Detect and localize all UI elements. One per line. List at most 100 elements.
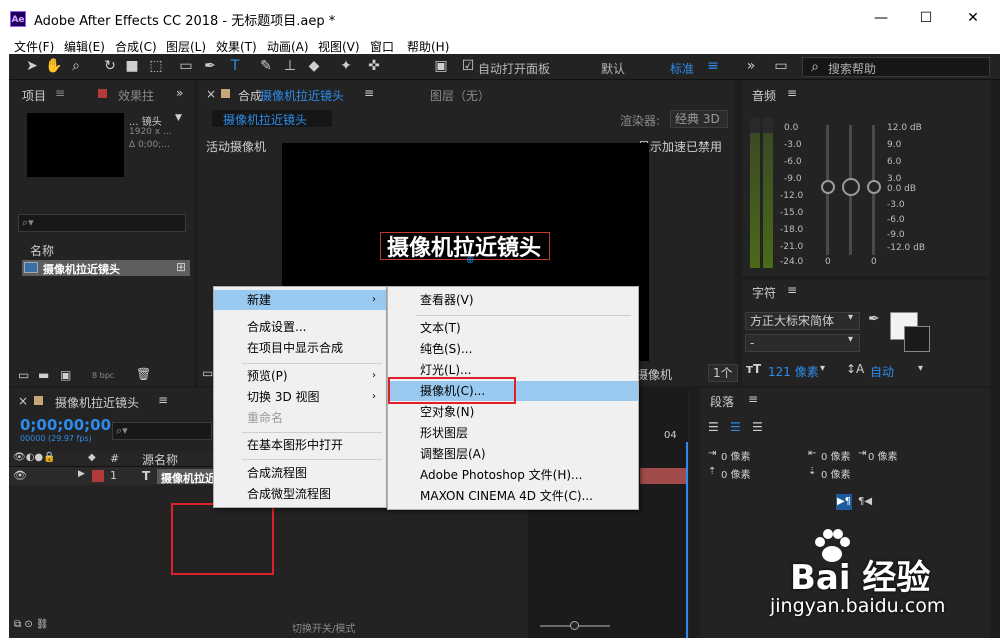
align-right-icon[interactable]: ☰: [752, 420, 763, 434]
label-tag-icon[interactable]: ◆: [88, 452, 96, 463]
context-menu-new[interactable]: 新建 ›: [214, 290, 386, 310]
style-dropdown-icon[interactable]: ▾: [848, 334, 853, 345]
new-composition-icon[interactable]: ▣: [60, 368, 71, 382]
submenu-shape-layer[interactable]: 形状图层: [388, 423, 638, 443]
layer-name[interactable]: 摄像机拉近: [161, 470, 216, 486]
current-time-indicator[interactable]: [686, 442, 688, 638]
camera-tool-icon[interactable]: ■: [123, 57, 141, 75]
audio-slider-knob-center[interactable]: [842, 178, 860, 196]
ltr-direction-icon[interactable]: ▶¶: [836, 494, 852, 510]
stroke-color-swatch[interactable]: [904, 326, 930, 352]
toggle-switches-modes[interactable]: 切换开关/模式: [292, 620, 355, 635]
auto-open-checkbox-icon[interactable]: ☑: [459, 57, 477, 75]
snapping-icon[interactable]: ▣: [432, 57, 450, 75]
comp-text-layer[interactable]: 摄像机拉近镜头: [387, 230, 541, 262]
effects-panel-tab[interactable]: 效果拄: [118, 87, 154, 104]
character-panel-menu-icon[interactable]: ≡: [787, 283, 797, 297]
character-panel-title[interactable]: 字符: [752, 284, 776, 301]
context-menu-mini-flowchart[interactable]: 合成微型流程图: [214, 484, 386, 504]
eyedropper-icon[interactable]: ✒: [868, 311, 880, 327]
timeline-tab-name[interactable]: 摄像机拉近镜头: [55, 394, 139, 411]
workspace-standard[interactable]: 标准: [670, 60, 694, 77]
viewer-options-icon[interactable]: ▭: [202, 366, 213, 380]
zoom-tool-icon[interactable]: ⌕: [67, 57, 85, 75]
context-menu-comp-settings[interactable]: 合成设置...: [214, 317, 386, 337]
timeline-close-icon[interactable]: ×: [18, 394, 28, 408]
project-panel-title[interactable]: 项目: [22, 87, 46, 104]
eraser-tool-icon[interactable]: ◆: [305, 57, 323, 75]
av-switch-icons[interactable]: 👁◐●🔒: [13, 452, 56, 463]
menu-window[interactable]: 窗口: [370, 38, 394, 55]
space-after-value[interactable]: 0 像素: [821, 466, 851, 481]
renderer-value[interactable]: 经典 3D: [670, 110, 728, 128]
submenu-adjustment-layer[interactable]: 调整图层(A): [388, 444, 638, 464]
paragraph-panel-title[interactable]: 段落: [710, 393, 734, 410]
audio-slider-knob-left[interactable]: [821, 180, 835, 194]
view-camera-select[interactable]: 摄像机: [636, 366, 672, 383]
close-button[interactable]: ✕: [958, 6, 988, 30]
menu-composition[interactable]: 合成(C): [115, 38, 157, 55]
leading-value[interactable]: 自动: [870, 363, 894, 380]
workspace-default[interactable]: 默认: [601, 60, 625, 77]
indent-first-value[interactable]: 0 像素: [868, 448, 898, 463]
hand-tool-icon[interactable]: ✋: [45, 57, 63, 75]
help-search-input[interactable]: 搜索帮助: [828, 60, 876, 77]
submenu-solid[interactable]: 纯色(S)...: [388, 339, 638, 359]
context-menu-switch-3d-view[interactable]: 切换 3D 视图 ›: [214, 387, 386, 407]
indent-right-value[interactable]: 0 像素: [821, 448, 851, 463]
space-before-value[interactable]: 0 像素: [721, 466, 751, 481]
menu-animation[interactable]: 动画(A): [267, 38, 309, 55]
font-family-select[interactable]: 方正大标宋简体: [745, 312, 860, 330]
align-center-icon[interactable]: ☰: [730, 420, 741, 434]
context-menu-reveal-in-project[interactable]: 在项目中显示合成: [214, 338, 386, 358]
indent-left-value[interactable]: 0 像素: [721, 448, 751, 463]
anchor-point-icon[interactable]: ⊕: [466, 255, 474, 266]
menu-effect[interactable]: 效果(T): [216, 38, 257, 55]
more-workspaces-icon[interactable]: »: [742, 57, 760, 75]
menu-help[interactable]: 帮助(H): [407, 38, 449, 55]
menu-layer[interactable]: 图层(L): [166, 38, 206, 55]
pen-tool-icon[interactable]: ✒: [201, 57, 219, 75]
puppet-pin-tool-icon[interactable]: ✜: [365, 57, 383, 75]
current-timecode[interactable]: 0;00;00;00: [20, 416, 111, 434]
audio-panel-menu-icon[interactable]: ≡: [787, 86, 797, 100]
layer-visibility-icon[interactable]: 👁: [13, 469, 27, 482]
clone-stamp-tool-icon[interactable]: ⊥: [281, 57, 299, 75]
context-menu-open-essential-graphics[interactable]: 在基本图形中打开: [214, 435, 386, 455]
brush-tool-icon[interactable]: ✎: [257, 57, 275, 75]
rtl-direction-icon[interactable]: ¶◀: [858, 496, 872, 507]
timeline-zoom-knob[interactable]: [570, 621, 579, 630]
paragraph-panel-menu-icon[interactable]: ≡: [748, 392, 758, 406]
timeline-menu-icon[interactable]: ≡: [158, 393, 168, 407]
view-count-select[interactable]: 1个: [708, 364, 738, 382]
maximize-button[interactable]: ☐: [911, 6, 941, 30]
comp-breadcrumb-label[interactable]: 摄像机拉近镜头: [223, 111, 307, 128]
column-name-header[interactable]: 名称: [30, 242, 54, 259]
timeline-footer-icons[interactable]: ⧉ ⊙ ⛓: [14, 619, 49, 630]
size-dropdown-icon[interactable]: ▾: [820, 363, 825, 374]
layer-panel-tab[interactable]: 图层（无）: [430, 87, 490, 104]
item-dropdown-icon[interactable]: ▼: [175, 113, 182, 123]
flowchart-icon[interactable]: ⊞: [176, 260, 186, 274]
font-size-value[interactable]: 121 像素: [768, 363, 819, 380]
interpret-footage-icon[interactable]: ▭: [18, 368, 29, 382]
pan-behind-tool-icon[interactable]: ⬚: [147, 57, 165, 75]
submenu-viewer[interactable]: 查看器(V): [388, 290, 638, 310]
close-tab-icon[interactable]: ×: [206, 87, 216, 101]
context-menu-comp-flowchart[interactable]: 合成流程图: [214, 463, 386, 483]
sync-settings-icon[interactable]: ▭: [772, 57, 790, 75]
comp-tab-menu-icon[interactable]: ≡: [364, 86, 374, 100]
workspace-menu-icon[interactable]: ≡: [704, 57, 722, 75]
trash-icon[interactable]: 🗑: [136, 367, 151, 381]
rectangle-tool-icon[interactable]: ▭: [177, 57, 195, 75]
context-menu-preview[interactable]: 预览(P) ›: [214, 366, 386, 386]
panel-menu-icon[interactable]: ≡: [55, 86, 65, 100]
font-style-select[interactable]: -: [745, 334, 860, 352]
layer-duration-bar[interactable]: [640, 468, 688, 484]
align-left-icon[interactable]: ☰: [708, 420, 719, 434]
submenu-photoshop-file[interactable]: Adobe Photoshop 文件(H)...: [388, 465, 638, 485]
audio-panel-title[interactable]: 音频: [752, 87, 776, 104]
project-search-input[interactable]: [18, 214, 186, 232]
submenu-null-object[interactable]: 空对象(N): [388, 402, 638, 422]
leading-dropdown-icon[interactable]: ▾: [918, 363, 923, 374]
